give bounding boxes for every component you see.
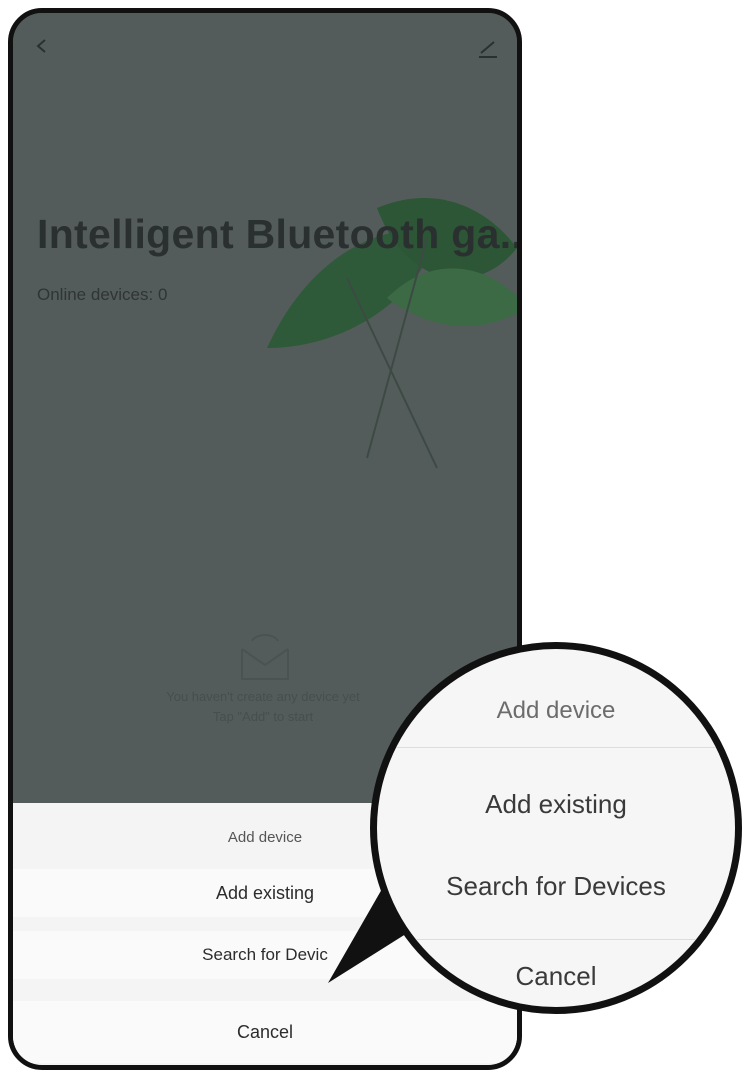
pencil-icon[interactable] xyxy=(477,37,499,59)
empty-state-hint: Tap "Add" to start xyxy=(212,709,314,724)
home-indicator xyxy=(175,1065,361,1070)
magnifier-callout: Add device Add existing Search for Devic… xyxy=(370,642,742,1014)
divider xyxy=(377,747,735,748)
home-title: Intelligent Bluetooth ga... xyxy=(37,211,522,257)
cancel-button[interactable]: Cancel xyxy=(13,1001,517,1063)
magnified-add-existing: Add existing xyxy=(485,789,627,819)
divider xyxy=(377,939,735,940)
magnified-search-devices: Search for Devices xyxy=(446,871,666,901)
empty-state-text: You haven't create any device yet xyxy=(166,689,360,704)
inbox-icon xyxy=(241,634,289,680)
magnified-sheet-title: Add device xyxy=(496,697,616,724)
online-devices-count: Online devices: 0 xyxy=(37,285,168,304)
magnified-cancel: Cancel xyxy=(515,961,597,991)
chevron-left-icon[interactable] xyxy=(35,39,49,53)
